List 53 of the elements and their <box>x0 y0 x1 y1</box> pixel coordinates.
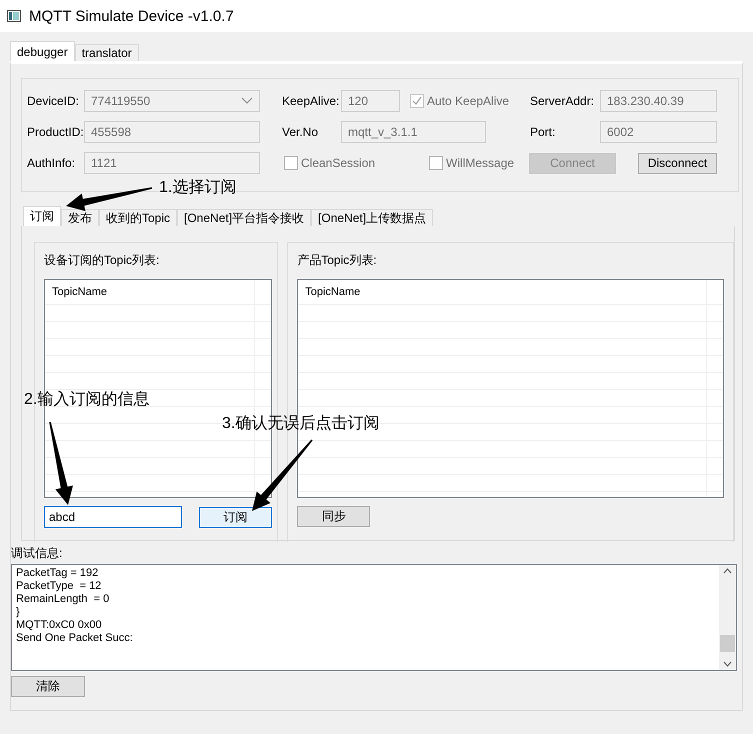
input-field[interactable]: 6002 <box>600 121 717 143</box>
tab[interactable]: 收到的Topic <box>99 209 178 226</box>
column-header: TopicName <box>51 285 108 300</box>
tab[interactable]: 订阅 <box>23 206 61 226</box>
group-title: 产品Topic列表: <box>297 252 378 269</box>
input-field[interactable]: 455598 <box>84 121 260 143</box>
log-line: } <box>16 606 21 619</box>
field-label: Port: <box>530 125 556 139</box>
topic-input[interactable]: abcd <box>44 506 182 528</box>
field-label: DeviceID: <box>27 94 80 108</box>
clear-button[interactable]: 清除 <box>11 676 85 697</box>
input-field[interactable]: 1121 <box>84 152 260 174</box>
subscribe-button[interactable]: 订阅 <box>199 506 272 528</box>
app-icon <box>7 10 21 22</box>
field-label: Ver.No <box>282 125 320 139</box>
annotation-text: 3.确认无误后点击订阅 <box>222 414 380 434</box>
scrollbar[interactable] <box>719 565 736 670</box>
device-id-combo[interactable]: 774119550 <box>84 90 260 112</box>
window-title: MQTT Simulate Device -v1.0.7 <box>29 8 234 24</box>
section-title: 调试信息: <box>11 545 64 562</box>
group-title: 设备订阅的Topic列表: <box>44 252 160 269</box>
checkbox-label: Auto KeepAlive <box>427 94 510 108</box>
checkbox-label: WillMessage <box>446 156 514 170</box>
chevron-down-icon <box>241 97 253 105</box>
annotation-text: 1.选择订阅 <box>159 178 236 198</box>
scroll-down-icon[interactable] <box>723 661 732 667</box>
log-line: Send One Packet Succ: <box>16 632 134 645</box>
log-line: PacketTag = 192 <box>16 567 100 580</box>
scroll-up-icon[interactable] <box>723 568 732 574</box>
tab[interactable]: debugger <box>10 41 75 61</box>
log-line: RemainLength = 0 <box>16 593 110 606</box>
scrollbar-thumb[interactable] <box>720 635 735 652</box>
field-label: KeepAlive: <box>282 94 340 108</box>
input-field[interactable]: mqtt_v_3.1.1 <box>341 121 486 143</box>
log-line: PacketType = 12 <box>16 580 102 593</box>
tab[interactable]: translator <box>74 44 139 61</box>
field-label: ProductID: <box>27 125 84 139</box>
sync-button[interactable]: 同步 <box>297 506 370 527</box>
column-header: TopicName <box>304 285 362 300</box>
field-label: ServerAddr: <box>530 94 596 108</box>
checkbox[interactable] <box>284 156 298 170</box>
annotation-text: 2.输入订阅的信息 <box>24 390 150 410</box>
checkbox[interactable] <box>429 156 444 170</box>
field-label: AuthInfo: <box>27 156 76 170</box>
tab[interactable]: [OneNet]上传数据点 <box>311 209 434 226</box>
annotation-arrow <box>252 439 313 511</box>
tab[interactable]: 发布 <box>61 209 99 226</box>
tab[interactable]: [OneNet]平台指令接收 <box>177 209 312 226</box>
disconnect-button[interactable]: Disconnect <box>638 152 717 174</box>
input-field[interactable]: 120 <box>341 90 400 112</box>
input-field[interactable]: 183.230.40.39 <box>600 90 717 112</box>
log-line: MQTT:0xC0 0x00 <box>16 619 103 632</box>
checkbox-label: CleanSession <box>301 156 376 170</box>
